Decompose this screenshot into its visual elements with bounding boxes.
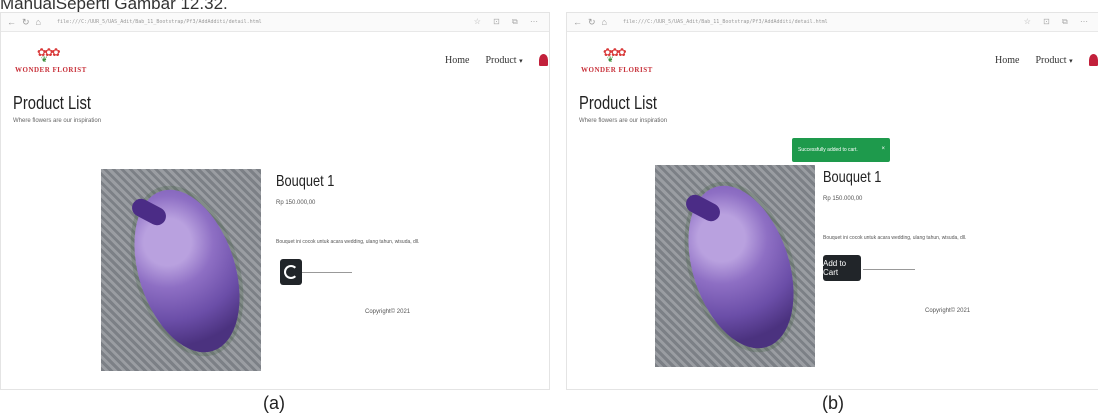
leaf-icon: ❦: [607, 55, 614, 64]
home-icon[interactable]: ⌂: [602, 17, 607, 27]
close-icon[interactable]: ×: [881, 146, 885, 152]
main-nav: Home Product ▾: [995, 54, 1098, 66]
nav-product-label: Product: [1035, 54, 1067, 66]
product-name: Bouquet 1: [823, 169, 882, 186]
logo-text: WONDER FLORIST: [581, 66, 653, 74]
reload-icon[interactable]: ↻: [588, 17, 596, 28]
caption-b: (b): [822, 393, 844, 413]
add-to-cart-button[interactable]: Add to Cart: [823, 255, 861, 281]
product-price: Rp 150.000,00: [823, 196, 863, 202]
site-logo[interactable]: ✿✿✿ ❦ WONDER FLORIST: [15, 46, 86, 80]
chevron-down-icon: ▾: [1069, 56, 1073, 65]
screenshot-panel-a: ← ↻ ⌂ file:///C:/UUR_5/UAS_Adit/Bab_11_B…: [0, 12, 550, 390]
page-subtitle: Where flowers are our inspiration: [13, 118, 102, 124]
add-to-cart-button-loading[interactable]: [280, 259, 302, 285]
browser-toolbar: ← ↻ ⌂ file:///C:/UUR_5/UAS_Adit/Bab_11_B…: [1, 13, 549, 32]
leaf-icon: ❦: [41, 55, 48, 64]
screenshot-panel-b: ← ↻ ⌂ file:///C:/UUR_5/UAS_Adit/Bab_11_B…: [566, 12, 1098, 390]
product-image: [655, 165, 815, 367]
site-logo[interactable]: ✿✿✿ ❦ WONDER FLORIST: [581, 46, 652, 80]
browser-actions-icons[interactable]: ☆ ⊡ ⧉ ⋯: [1024, 17, 1093, 27]
quantity-field[interactable]: [302, 272, 352, 273]
back-icon[interactable]: ←: [573, 17, 582, 27]
nav-home[interactable]: Home: [995, 55, 1019, 66]
page-title: Product List: [13, 93, 91, 113]
browser-toolbar: ← ↻ ⌂ file:///C:/UUR_5/UAS_Adit/Bab_11_B…: [567, 13, 1098, 32]
nav-product-dropdown[interactable]: Product ▾: [1035, 55, 1072, 66]
cart-icon[interactable]: [538, 54, 548, 66]
nav-home[interactable]: Home: [445, 55, 469, 66]
chevron-down-icon: ▾: [519, 56, 523, 65]
back-icon[interactable]: ←: [7, 17, 16, 27]
success-toast: Successfully added to cart. ×: [792, 138, 890, 162]
main-nav: Home Product ▾: [445, 54, 548, 66]
product-description: Bouquet ini cocok untuk acara wedding, u…: [276, 239, 420, 245]
loading-spinner-icon: [284, 265, 298, 279]
quantity-field[interactable]: [863, 269, 915, 270]
product-description: Bouquet ini cocok untuk acara wedding, u…: [823, 235, 967, 241]
product-name: Bouquet 1: [276, 173, 335, 190]
footer-copyright: Copyright© 2021: [365, 309, 411, 315]
caption-a: (a): [263, 393, 285, 413]
page-title: Product List: [579, 93, 657, 113]
page-subtitle: Where flowers are our inspiration: [579, 118, 668, 124]
footer-copyright: Copyright© 2021: [925, 308, 971, 314]
reload-icon[interactable]: ↻: [22, 17, 30, 28]
site-header: ✿✿✿ ❦ WONDER FLORIST Home Product ▾: [567, 32, 1098, 88]
address-bar[interactable]: file:///C:/UUR_5/UAS_Adit/Bab_11_Bootstr…: [623, 19, 1018, 25]
product-price: Rp 150.000,00: [276, 200, 316, 206]
logo-text: WONDER FLORIST: [15, 66, 87, 74]
cart-icon[interactable]: [1088, 54, 1098, 66]
nav-product-dropdown[interactable]: Product ▾: [485, 55, 522, 66]
toast-message: Successfully added to cart.: [798, 147, 858, 153]
nav-product-label: Product: [485, 54, 517, 66]
product-image: [101, 169, 261, 371]
site-header: ✿✿✿ ❦ WONDER FLORIST Home Product ▾: [1, 32, 549, 88]
browser-actions-icons[interactable]: ☆ ⊡ ⧉ ⋯: [474, 17, 543, 27]
address-bar[interactable]: file:///C:/UUR_5/UAS_Adit/Bab_11_Bootstr…: [57, 19, 468, 25]
home-icon[interactable]: ⌂: [36, 17, 41, 27]
